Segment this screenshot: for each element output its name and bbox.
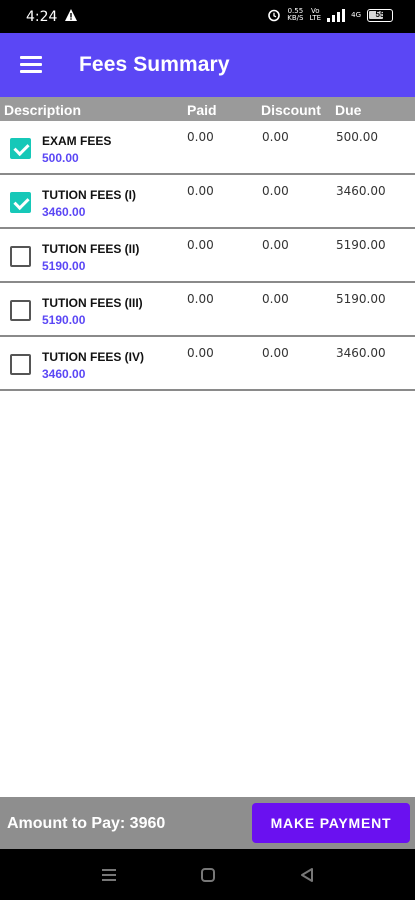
alarm-clock-icon xyxy=(268,9,281,22)
fee-discount: 0.00 xyxy=(262,346,289,360)
table-row: TUTION FEES (II) 5190.00 0.00 0.00 5190.… xyxy=(0,229,415,283)
table-row: TUTION FEES (III) 5190.00 0.00 0.00 5190… xyxy=(0,283,415,337)
status-icons: 0.55 KB/S Vo LTE 4G 55 xyxy=(267,8,393,22)
network-type: 4G xyxy=(351,10,361,19)
battery-icon: 55 xyxy=(367,8,393,22)
fee-due: 5190.00 xyxy=(336,238,386,252)
fee-discount: 0.00 xyxy=(262,184,289,198)
fee-checkbox[interactable] xyxy=(10,246,31,267)
recents-menu-icon[interactable] xyxy=(100,866,118,884)
fee-amount: 5190.00 xyxy=(42,259,86,273)
fee-paid: 0.00 xyxy=(187,238,214,252)
fee-due: 5190.00 xyxy=(336,292,386,306)
header-description: Description xyxy=(4,102,82,118)
status-time: 4:24 xyxy=(26,9,58,25)
fee-due: 3460.00 xyxy=(336,346,386,360)
header-discount: Discount xyxy=(261,102,321,118)
fee-discount: 0.00 xyxy=(262,238,289,252)
fee-due: 3460.00 xyxy=(336,184,386,198)
warning-triangle-icon xyxy=(65,9,77,21)
header-due: Due xyxy=(335,102,362,118)
fee-name: TUTION FEES (I) xyxy=(42,188,136,202)
volte-indicator: Vo LTE xyxy=(309,7,322,22)
fee-paid: 0.00 xyxy=(187,184,214,198)
fees-table: EXAM FEES 500.00 0.00 0.00 500.00 TUTION… xyxy=(0,121,415,391)
fee-discount: 0.00 xyxy=(262,292,289,306)
fee-checkbox[interactable] xyxy=(10,138,31,159)
fee-checkbox[interactable] xyxy=(10,354,31,375)
fee-name: TUTION FEES (III) xyxy=(42,296,143,310)
fee-checkbox[interactable] xyxy=(10,192,31,213)
table-row: TUTION FEES (IV) 3460.00 0.00 0.00 3460.… xyxy=(0,337,415,391)
fee-due: 500.00 xyxy=(336,130,378,144)
net-speed: 0.55 KB/S xyxy=(287,7,304,22)
fee-amount: 3460.00 xyxy=(42,367,86,381)
system-nav-bar xyxy=(0,849,415,900)
page-title: Fees Summary xyxy=(79,53,230,76)
fee-name: TUTION FEES (II) xyxy=(42,242,140,256)
table-row: TUTION FEES (I) 3460.00 0.00 0.00 3460.0… xyxy=(0,175,415,229)
amount-to-pay: Amount to Pay: 3960 xyxy=(7,815,166,832)
home-square-icon[interactable] xyxy=(199,866,217,884)
fee-checkbox[interactable] xyxy=(10,300,31,321)
signal-bars-icon xyxy=(327,8,346,22)
fee-paid: 0.00 xyxy=(187,346,214,360)
fee-amount: 5190.00 xyxy=(42,313,86,327)
fee-discount: 0.00 xyxy=(262,130,289,144)
payment-footer: Amount to Pay: 3960 MAKE PAYMENT xyxy=(0,797,415,849)
fee-amount: 500.00 xyxy=(42,151,79,165)
back-triangle-icon[interactable] xyxy=(298,866,316,884)
fee-amount: 3460.00 xyxy=(42,205,86,219)
table-row: EXAM FEES 500.00 0.00 0.00 500.00 xyxy=(0,121,415,175)
header-paid: Paid xyxy=(187,102,217,118)
fee-paid: 0.00 xyxy=(187,292,214,306)
app-bar: Fees Summary xyxy=(0,33,415,97)
fee-name: TUTION FEES (IV) xyxy=(42,350,144,364)
fee-paid: 0.00 xyxy=(187,130,214,144)
status-bar: 4:24 0.55 KB/S Vo LTE 4G 55 xyxy=(0,0,415,33)
fee-name: EXAM FEES xyxy=(42,134,112,148)
table-header: Description Paid Discount Due xyxy=(0,97,415,121)
hamburger-menu-icon[interactable] xyxy=(20,56,42,74)
make-payment-button[interactable]: MAKE PAYMENT xyxy=(252,803,410,843)
